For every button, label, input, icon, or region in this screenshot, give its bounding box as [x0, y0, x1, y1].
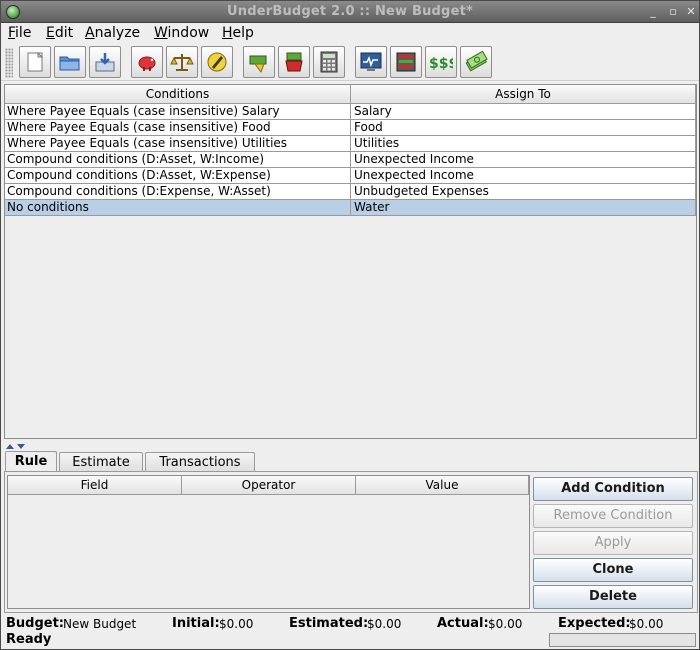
new-document-icon — [27, 51, 44, 72]
analysis-monitor-button[interactable] — [355, 46, 387, 78]
split-pane-divider[interactable] — [5, 439, 35, 449]
title-bar[interactable]: UnderBudget 2.0 :: New Budget* _ ▫ ✕ — [1, 1, 699, 23]
budget-value: New Budget — [63, 617, 137, 631]
tab-transactions[interactable]: Transactions — [145, 452, 255, 472]
column-value[interactable]: Value — [356, 476, 529, 495]
rules-table[interactable]: Conditions Assign To Where Payee Equals … — [4, 84, 697, 439]
menu-help[interactable]: Help — [222, 25, 254, 41]
detail-tabs: Rule Estimate Transactions — [5, 451, 697, 472]
cell-conditions: Where Payee Equals (case insensitive) Sa… — [5, 104, 351, 120]
initial-label: Initial: — [172, 616, 220, 631]
cell-assign-to: Water — [351, 200, 696, 216]
tab-rule[interactable]: Rule — [5, 451, 57, 472]
cell-assign-to: Utilities — [351, 136, 696, 152]
menu-file[interactable]: File — [8, 25, 31, 41]
condition-table[interactable]: Field Operator Value — [7, 475, 530, 609]
table-row[interactable]: Where Payee Equals (case insensitive) Ut… — [5, 136, 696, 152]
menu-analyze[interactable]: Analyze — [85, 25, 140, 41]
status-message: Ready — [6, 632, 52, 647]
status-bar: Budget: New Budget Initial: $0.00 Estima… — [1, 614, 699, 649]
cash-button[interactable] — [460, 46, 492, 78]
monitor-chart-icon — [360, 52, 382, 71]
window-title: UnderBudget 2.0 :: New Budget* — [227, 4, 473, 19]
table-row[interactable]: Where Payee Equals (case insensitive) Sa… — [5, 104, 696, 120]
menu-bar: File Edit Analyze Window Help — [1, 23, 699, 44]
estimated-value: $0.00 — [367, 617, 402, 631]
expected-label: Expected: — [558, 616, 631, 631]
svg-text:$$$: $$$ — [429, 56, 453, 72]
close-icon[interactable]: ✕ — [683, 4, 699, 20]
minimize-icon[interactable]: _ — [645, 4, 661, 20]
money-button[interactable]: $$$ — [425, 46, 457, 78]
cell-conditions: Compound conditions (D:Asset, W:Income) — [5, 152, 351, 168]
cell-assign-to: Salary — [351, 104, 696, 120]
edit-entry-button[interactable] — [201, 46, 233, 78]
cell-conditions: No conditions — [5, 200, 351, 216]
actual-value: $0.00 — [488, 617, 523, 631]
balance-button[interactable] — [166, 46, 198, 78]
progress-bar — [549, 633, 696, 647]
open-folder-icon — [59, 56, 80, 71]
pencil-circle-icon — [207, 52, 227, 72]
initial-value: $0.00 — [219, 617, 254, 631]
import-bucket-icon — [285, 52, 303, 72]
menu-window[interactable]: Window — [154, 25, 209, 41]
rule-tab-panel: Field Operator Value Add Condition Remov… — [4, 471, 698, 613]
open-budget-button[interactable] — [54, 46, 86, 78]
toolbar: $$$ — [1, 44, 699, 81]
app-window: UnderBudget 2.0 :: New Budget* _ ▫ ✕ Fil… — [0, 0, 700, 650]
menu-edit[interactable]: Edit — [46, 25, 73, 41]
toolbar-grip-icon[interactable] — [5, 48, 13, 78]
clone-button[interactable]: Clone — [533, 558, 693, 582]
maximize-icon[interactable]: ▫ — [665, 4, 681, 20]
cell-assign-to: Unexpected Income — [351, 168, 696, 184]
add-condition-button[interactable]: Add Condition — [533, 477, 693, 501]
expected-value: $0.00 — [629, 617, 664, 631]
cell-conditions: Where Payee Equals (case insensitive) Ut… — [5, 136, 351, 152]
table-row[interactable]: Compound conditions (D:Asset, W:Expense)… — [5, 168, 696, 184]
tab-estimate[interactable]: Estimate — [59, 452, 143, 472]
column-field[interactable]: Field — [8, 476, 182, 495]
table-row-selected[interactable]: No conditions Water — [5, 200, 696, 216]
delete-button[interactable]: Delete — [533, 585, 693, 609]
cell-assign-to: Food — [351, 120, 696, 136]
save-disk-icon — [95, 53, 115, 72]
ledger-button[interactable] — [390, 46, 422, 78]
new-budget-button[interactable] — [19, 46, 51, 78]
table-row[interactable]: Where Payee Equals (case insensitive) Fo… — [5, 120, 696, 136]
cell-conditions: Where Payee Equals (case insensitive) Fo… — [5, 120, 351, 136]
column-assign-to[interactable]: Assign To — [351, 85, 696, 104]
import-button[interactable] — [278, 46, 310, 78]
rules-table-header: Conditions Assign To — [5, 85, 696, 104]
budget-piggy-button[interactable] — [131, 46, 163, 78]
calculator-icon — [320, 51, 338, 73]
save-budget-button[interactable] — [89, 46, 121, 78]
table-row[interactable]: Compound conditions (D:Asset, W:Income) … — [5, 152, 696, 168]
export-button[interactable] — [243, 46, 275, 78]
cell-assign-to: Unbudgeted Expenses — [351, 184, 696, 200]
calculator-button[interactable] — [313, 46, 345, 78]
apply-button[interactable]: Apply — [533, 531, 693, 555]
dollar-signs-icon: $$$ — [429, 56, 453, 72]
cell-assign-to: Unexpected Income — [351, 152, 696, 168]
budget-label: Budget: — [6, 616, 65, 631]
actual-label: Actual: — [437, 616, 489, 631]
ledger-stack-icon — [396, 52, 416, 72]
remove-condition-button[interactable]: Remove Condition — [533, 504, 693, 528]
cell-conditions: Compound conditions (D:Asset, W:Expense) — [5, 168, 351, 184]
table-row[interactable]: Compound conditions (D:Expense, W:Asset)… — [5, 184, 696, 200]
column-conditions[interactable]: Conditions — [5, 85, 351, 104]
balance-scale-icon — [170, 54, 194, 71]
column-operator[interactable]: Operator — [182, 476, 356, 495]
estimated-label: Estimated: — [289, 616, 369, 631]
piggy-bank-icon — [138, 56, 156, 71]
split-arrows-icon — [6, 444, 25, 449]
cell-conditions: Compound conditions (D:Expense, W:Asset) — [5, 184, 351, 200]
banknotes-icon — [465, 50, 488, 72]
export-arrow-icon — [249, 55, 267, 74]
